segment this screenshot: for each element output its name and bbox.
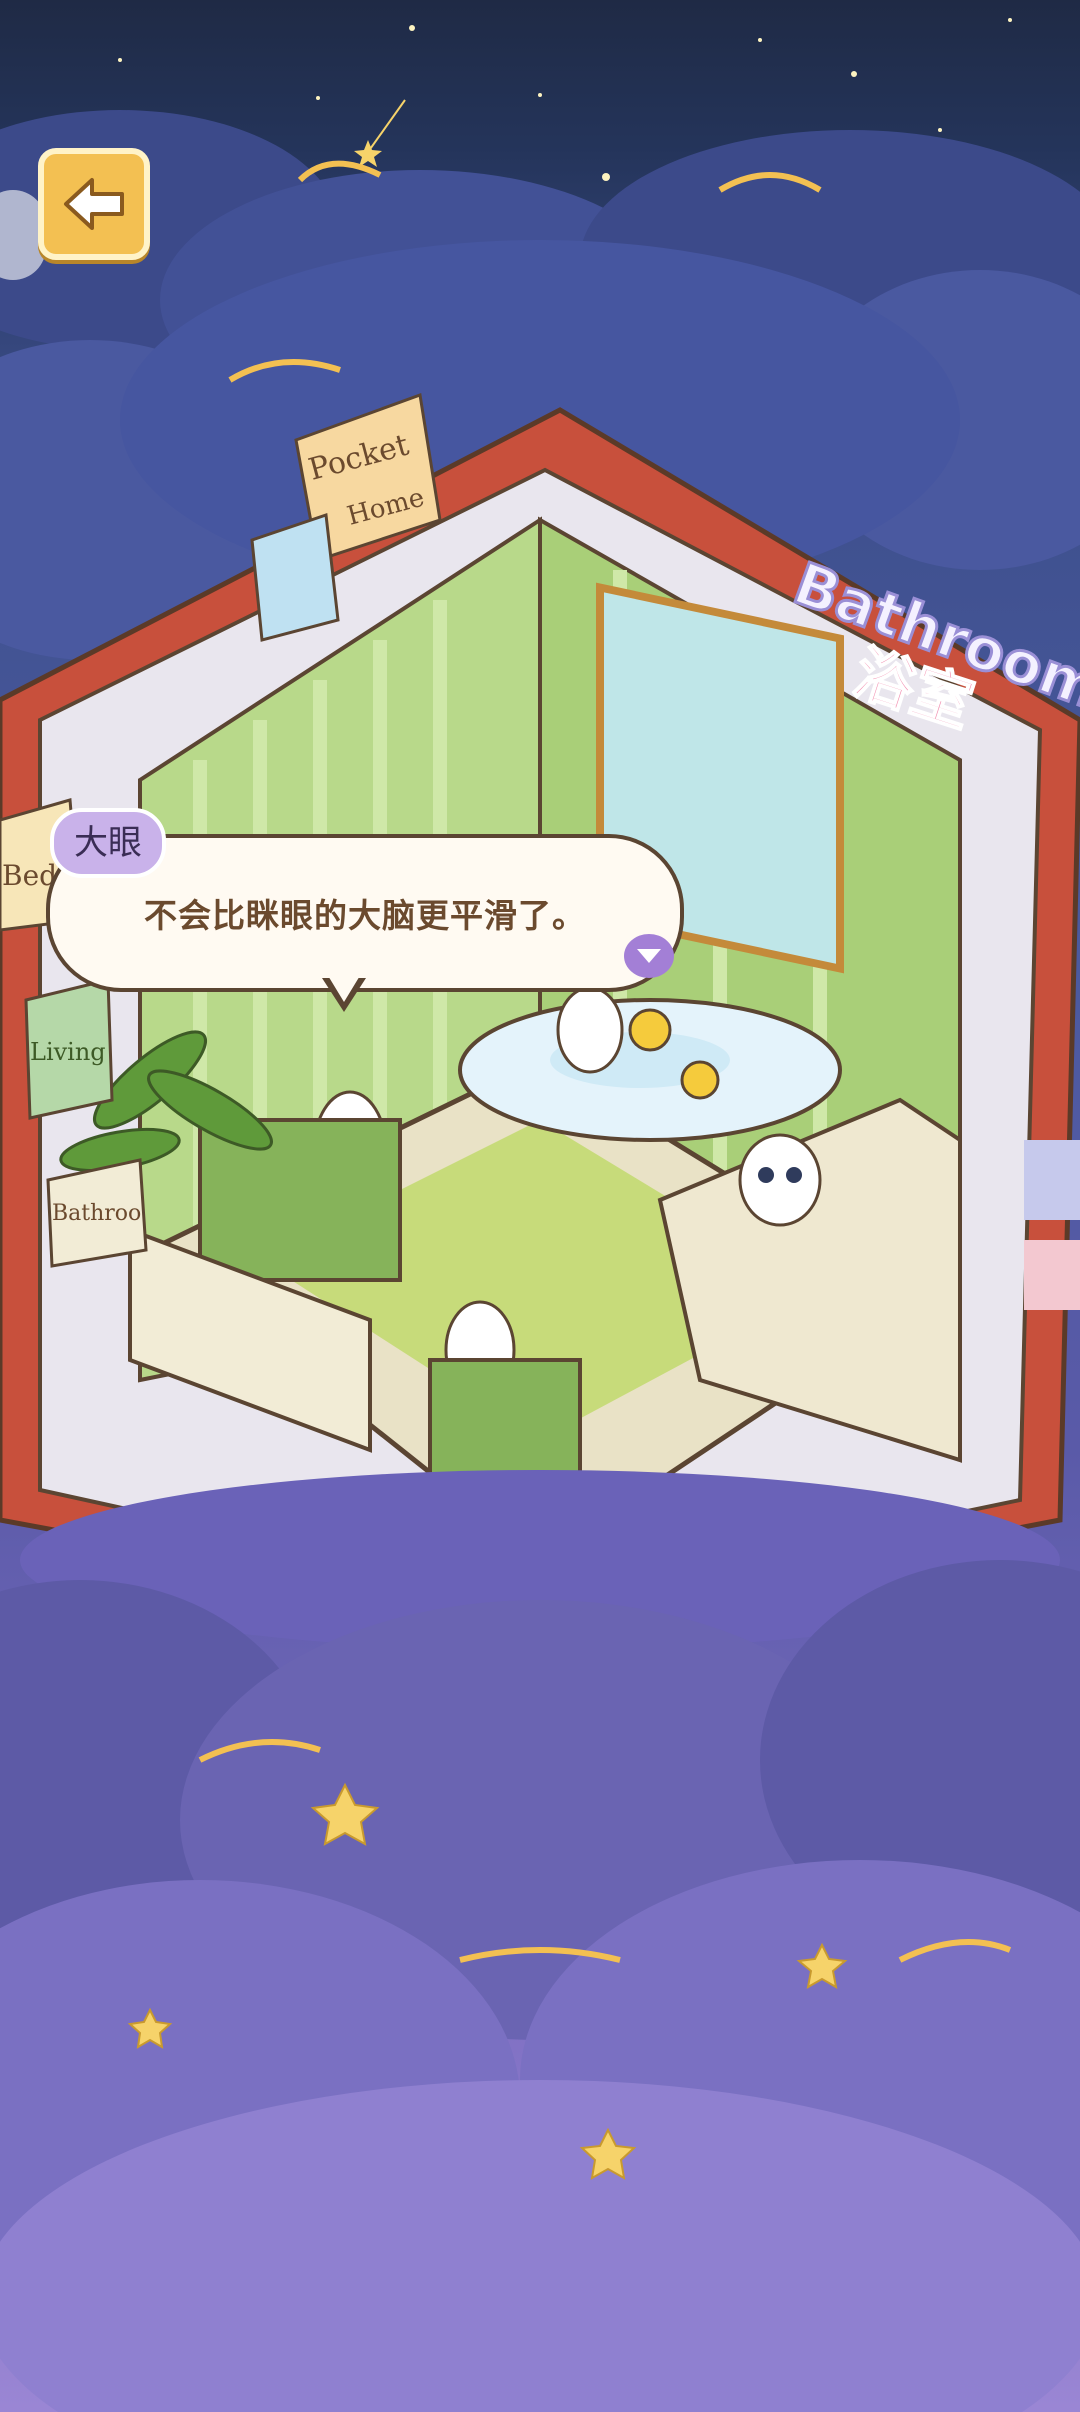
dialogue-text: 不会比眯眼的大脑更平滑了。 [144,896,586,935]
back-arrow-icon [64,178,124,230]
game-scene: Pocket Home Bathroom 浴室 Bed Living Bathr… [0,18,1080,2412]
triangle-down-icon [637,949,661,963]
dialogue-next-button[interactable] [624,934,674,978]
back-button[interactable] [38,148,150,260]
svg-text:Bathroo: Bathroo [52,1201,141,1226]
speaker-name-tag: 大眼 [50,808,166,878]
dialogue-bubble-tail [322,974,366,1012]
shooting-star [354,99,406,167]
bottom-clouds [0,1470,1080,2412]
svg-text:Living: Living [30,1038,106,1066]
